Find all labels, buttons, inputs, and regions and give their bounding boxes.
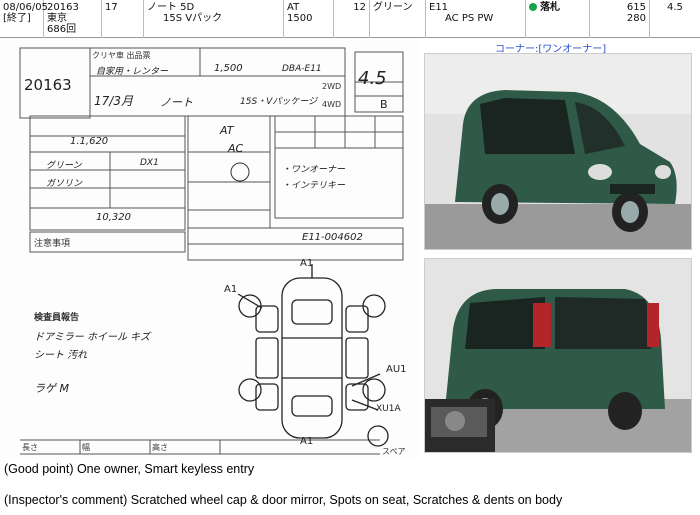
sheet-color: グリーン [46, 161, 82, 171]
sheet-grade: 15S・Vパッケージ [240, 97, 318, 107]
inspector-note-3: ラゲ M [34, 382, 69, 395]
sheet-year: 17/3月 [94, 94, 133, 108]
damage-mark-right: AU1 [386, 364, 407, 375]
length-label: 長さ [22, 443, 38, 452]
grade-name: 15S Vパック [163, 13, 223, 24]
damage-mark-rear-right: XU1A [376, 404, 401, 414]
lot-cell: 20163 東京 686回 [44, 0, 102, 38]
price-cell: 615 280 [590, 0, 650, 38]
session: 686回 [47, 24, 77, 35]
year-cell: 17 [102, 0, 144, 38]
trans-cell: AT 1500 [284, 0, 334, 38]
sheet-interior-grade: B [380, 98, 388, 111]
good-point-caption: (Good point) One owner, Smart keyless en… [4, 462, 255, 476]
car-front-image [425, 54, 691, 249]
car-rear-image [425, 259, 691, 452]
inspector-heading: 検査員報告 [34, 313, 80, 323]
chassis: E11 [429, 2, 449, 13]
auction-sheet: クリヤ車 出品票 20163 自家用・レンター 17/3月 ノート 15S・Vパ… [0, 38, 420, 458]
sheet-seller: 自家用・レンター [96, 67, 169, 77]
damage-mark-rear: A1 [300, 436, 314, 447]
damage-mark-front: A1 [300, 258, 314, 269]
color-cell: グリーン [370, 0, 426, 38]
damage-mark-left: A1 [224, 284, 238, 295]
result-cell: 落札 [526, 0, 590, 38]
auction-date: 08/06/05 [3, 2, 48, 13]
lot-number: 20163 [47, 2, 79, 13]
photo-rear[interactable] [424, 258, 692, 453]
date-cell: 08/06/05 [終了] [0, 0, 48, 38]
sheet-fuel: ガソリン [46, 179, 83, 189]
spare-label: スペア [382, 447, 406, 456]
sheet-shift: AT [220, 124, 234, 137]
photo-front[interactable] [424, 53, 692, 250]
sheet-color-code: DX1 [140, 158, 159, 168]
venue: 東京 [47, 13, 67, 24]
damage-diagram [237, 264, 389, 447]
color: グリーン [373, 2, 413, 13]
width-label: 幅 [82, 443, 90, 452]
auction-info-row: 08/06/05 [終了] 20163 東京 686回 17 ノート 5D 15… [0, 0, 700, 38]
sheet-chassis-no: E11-004602 [302, 232, 363, 243]
displacement: 1500 [287, 13, 313, 24]
notes-heading: 注意事項 [34, 239, 71, 249]
result: 落札 [540, 2, 560, 13]
drive-2wd: 2WD [322, 82, 342, 91]
sheet-displacement: 1,500 [214, 63, 243, 74]
sheet-mileage: 1.1,620 [70, 136, 109, 147]
inspector-note-2: シート 汚れ [34, 350, 88, 361]
sale-price: 615 [626, 2, 646, 13]
mileage: 12 [353, 2, 366, 13]
sheet-model: ノート [160, 96, 193, 109]
options: AC PS PW [445, 13, 494, 24]
score-cell: 4.5 [650, 0, 700, 38]
sheet-title: クリヤ車 出品票 [92, 51, 151, 60]
sheet-engine-code: DBA-E11 [282, 64, 322, 74]
sheet-lot-number: 20163 [24, 76, 72, 94]
start-price: 280 [626, 13, 646, 24]
model-year: 17 [105, 2, 118, 13]
chassis-cell: E11 AC PS PW [426, 0, 526, 38]
inspector-comment-caption: (Inspector's comment) Scratched wheel ca… [4, 493, 563, 507]
model-name: ノート 5D [147, 2, 195, 13]
sales-point-1: ・ワンオーナー [282, 165, 346, 175]
auction-status: [終了] [3, 13, 31, 24]
score: 4.5 [667, 2, 683, 13]
drive-4wd: 4WD [322, 100, 342, 109]
mileage-cell: 12 [334, 0, 370, 38]
inspector-note-1: ドアミラー ホイール キズ [34, 332, 151, 343]
result-dot-icon [529, 3, 537, 11]
transmission: AT [287, 2, 300, 13]
model-cell: ノート 5D 15S Vパック [144, 0, 284, 38]
height-label: 高さ [152, 443, 168, 452]
sheet-score: 4.5 [358, 68, 387, 89]
sales-point-2: ・インテリキー [282, 181, 346, 191]
sheet-ac: AC [228, 142, 244, 155]
sheet-recycle: 10,320 [96, 212, 131, 223]
